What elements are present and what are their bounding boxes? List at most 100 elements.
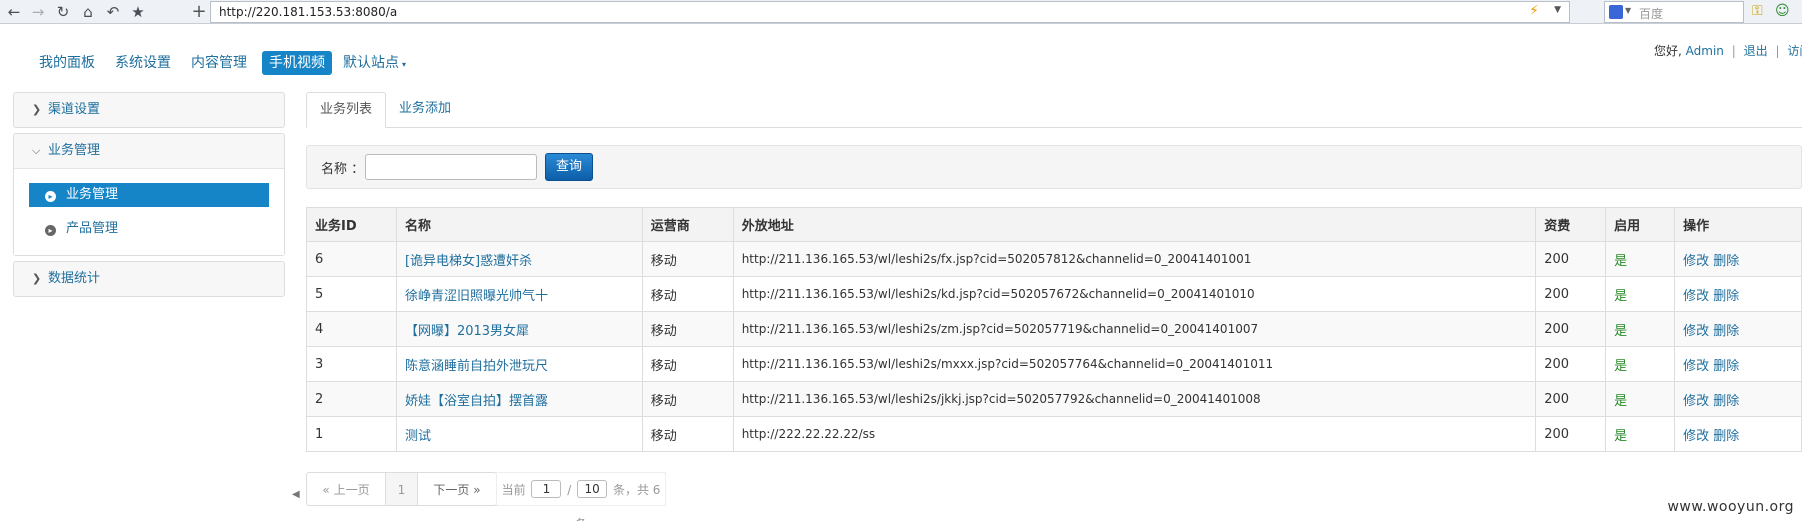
separator: | xyxy=(1775,44,1780,58)
sidebar-group-body: ▸ 业务管理 ▸ 产品管理 xyxy=(14,168,284,255)
user-icon[interactable]: ☺ xyxy=(1775,3,1790,19)
cell-actions: 修改 删除 xyxy=(1674,381,1802,417)
delete-link[interactable]: 删除 xyxy=(1713,324,1739,339)
chevron-down-icon: ▾ xyxy=(402,60,407,69)
tab-business-list[interactable]: 业务列表 xyxy=(306,92,387,128)
nav-item-dashboard[interactable]: 我的面板 xyxy=(39,51,95,75)
cell-enabled: 是 xyxy=(1605,416,1676,452)
cell-fee: 200 xyxy=(1535,416,1607,452)
home-icon[interactable]: ⌂ xyxy=(78,2,98,22)
sidebar-item-label: 业务管理 xyxy=(66,187,119,202)
nav-item-default-site-label: 默认站点 xyxy=(343,55,399,71)
cell-actions: 修改 删除 xyxy=(1674,241,1802,277)
cell-name: 徐峥青涩旧照曝光帅气十 xyxy=(395,276,643,312)
undo-icon[interactable]: ↶ xyxy=(103,2,123,22)
cell-enabled: 是 xyxy=(1605,381,1676,417)
address-url[interactable]: http://220.181.153.53:8080/a xyxy=(219,5,397,19)
name-link[interactable]: 娇娃【浴室自拍】摆首露 xyxy=(405,394,548,409)
forward-arrow-icon[interactable]: → xyxy=(28,2,48,22)
cell-url: http://211.136.165.53/wl/leshi2s/fx.jsp?… xyxy=(732,241,1537,277)
lightning-icon[interactable]: ⚡ xyxy=(1529,3,1539,19)
name-search-input[interactable] xyxy=(365,154,537,180)
delete-link[interactable]: 删除 xyxy=(1713,429,1739,444)
query-button[interactable]: 查询 xyxy=(545,153,593,181)
edit-link[interactable]: 修改 xyxy=(1683,289,1709,304)
sidebar-group-header[interactable]: ⌵ 业务管理 xyxy=(14,134,284,168)
cell-url: http://211.136.165.53/wl/leshi2s/zm.jsp?… xyxy=(732,311,1537,347)
delete-link[interactable]: 删除 xyxy=(1713,359,1739,374)
edit-link[interactable]: 修改 xyxy=(1683,394,1709,409)
chevron-down-icon[interactable]: ▼ xyxy=(1625,6,1631,15)
cell-name: [诡异电梯女]惑遭奸杀 xyxy=(395,241,643,277)
dropdown-icon[interactable]: ▼ xyxy=(1554,5,1561,15)
page-info: 当前 1 / 10 条，共 6 条 xyxy=(496,472,666,521)
sidebar: ❯ 渠道设置 ⌵ 业务管理 ▸ 业务管理 ▸ 产品管理 ❯ 数据统计 xyxy=(13,92,285,302)
search-placeholder[interactable]: 百度 xyxy=(1639,5,1663,22)
collapse-sidebar-icon[interactable]: ◀ xyxy=(292,489,300,500)
nav-item-mobile-video[interactable]: 手机视频 xyxy=(262,51,332,75)
edit-link[interactable]: 修改 xyxy=(1683,429,1709,444)
column-header: 名称 xyxy=(395,207,643,242)
browser-toolbar: ← → ↻ ⌂ ↶ ★ + http://220.181.153.53:8080… xyxy=(0,0,1802,24)
sidebar-group-label: 渠道设置 xyxy=(48,102,101,117)
cell-enabled: 是 xyxy=(1605,311,1676,347)
address-bar[interactable]: + http://220.181.153.53:8080/a ⚡ ▼ xyxy=(191,1,1570,23)
delete-link[interactable]: 删除 xyxy=(1713,394,1739,409)
search-engine-icon[interactable] xyxy=(1609,5,1623,19)
cell-name: 测试 xyxy=(395,416,643,452)
cell-id: 3 xyxy=(306,346,397,382)
tab-business-add[interactable]: 业务添加 xyxy=(386,92,464,128)
cell-actions: 修改 删除 xyxy=(1674,346,1802,382)
nav-item-content-management[interactable]: 内容管理 xyxy=(191,51,247,75)
plus-icon[interactable]: + xyxy=(189,2,209,22)
reload-icon[interactable]: ↻ xyxy=(53,2,73,22)
nav-item-system-settings[interactable]: 系统设置 xyxy=(115,51,171,75)
key-icon[interactable]: ⚿ xyxy=(1752,3,1763,19)
chevron-right-icon: ❯ xyxy=(32,103,42,116)
current-page-button[interactable]: 1 xyxy=(385,472,418,506)
table-row: 3 陈意涵睡前自拍外泄玩尺 移动 http://211.136.165.53/w… xyxy=(306,346,1802,382)
table-row: 4 【网曝】2013男女犀 移动 http://211.136.165.53/w… xyxy=(306,311,1802,347)
sidebar-group-header[interactable]: ❯ 渠道设置 xyxy=(14,93,284,127)
edit-link[interactable]: 修改 xyxy=(1683,359,1709,374)
user-bar: 您好, Admin | 退出 | 访问 xyxy=(1654,42,1802,59)
back-arrow-icon[interactable]: ← xyxy=(4,2,24,22)
name-link[interactable]: 测试 xyxy=(405,429,431,444)
cell-id: 4 xyxy=(306,311,397,347)
cell-enabled: 是 xyxy=(1605,276,1676,312)
page-number-input[interactable]: 1 xyxy=(531,480,562,498)
edit-link[interactable]: 修改 xyxy=(1683,254,1709,269)
page-size-input[interactable]: 10 xyxy=(577,480,608,498)
logout-link[interactable]: 退出 xyxy=(1744,44,1768,58)
sidebar-group-statistics: ❯ 数据统计 xyxy=(13,261,285,297)
main-content: 业务列表 业务添加 名称 ： 查询 业务ID 名称 运营商 外放地址 资费 启用… xyxy=(306,92,1802,521)
name-link[interactable]: [诡异电梯女]惑遭奸杀 xyxy=(405,254,532,269)
delete-link[interactable]: 删除 xyxy=(1713,289,1739,304)
cell-name: 【网曝】2013男女犀 xyxy=(395,311,643,347)
star-icon[interactable]: ★ xyxy=(128,2,148,22)
delete-link[interactable]: 删除 xyxy=(1713,254,1739,269)
cell-id: 6 xyxy=(306,241,397,277)
sidebar-item-product-management[interactable]: ▸ 产品管理 xyxy=(29,217,269,241)
column-header: 外放地址 xyxy=(732,207,1537,242)
edit-link[interactable]: 修改 xyxy=(1683,324,1709,339)
cell-enabled: 是 xyxy=(1605,346,1676,382)
nav-item-default-site[interactable]: 默认站点 ▾ xyxy=(343,51,406,75)
cell-fee: 200 xyxy=(1535,381,1607,417)
cell-id: 5 xyxy=(306,276,397,312)
visit-link[interactable]: 访问 xyxy=(1787,44,1802,58)
cell-actions: 修改 删除 xyxy=(1674,416,1802,452)
name-link[interactable]: 陈意涵睡前自拍外泄玩尺 xyxy=(405,359,548,374)
name-link[interactable]: 【网曝】2013男女犀 xyxy=(405,324,529,339)
sidebar-item-label: 产品管理 xyxy=(66,221,119,236)
sidebar-group-header[interactable]: ❯ 数据统计 xyxy=(14,262,284,296)
prev-page-button[interactable]: « 上一页 xyxy=(306,472,386,506)
browser-search-box[interactable]: ▼ 百度 xyxy=(1604,1,1744,23)
sidebar-item-business-management[interactable]: ▸ 业务管理 xyxy=(29,183,269,207)
cell-name: 陈意涵睡前自拍外泄玩尺 xyxy=(395,346,643,382)
username-link[interactable]: Admin xyxy=(1686,44,1724,58)
column-header: 启用 xyxy=(1605,207,1676,242)
search-form: 名称 ： 查询 xyxy=(306,145,1802,189)
name-link[interactable]: 徐峥青涩旧照曝光帅气十 xyxy=(405,289,548,304)
next-page-button[interactable]: 下一页 » xyxy=(417,472,497,506)
